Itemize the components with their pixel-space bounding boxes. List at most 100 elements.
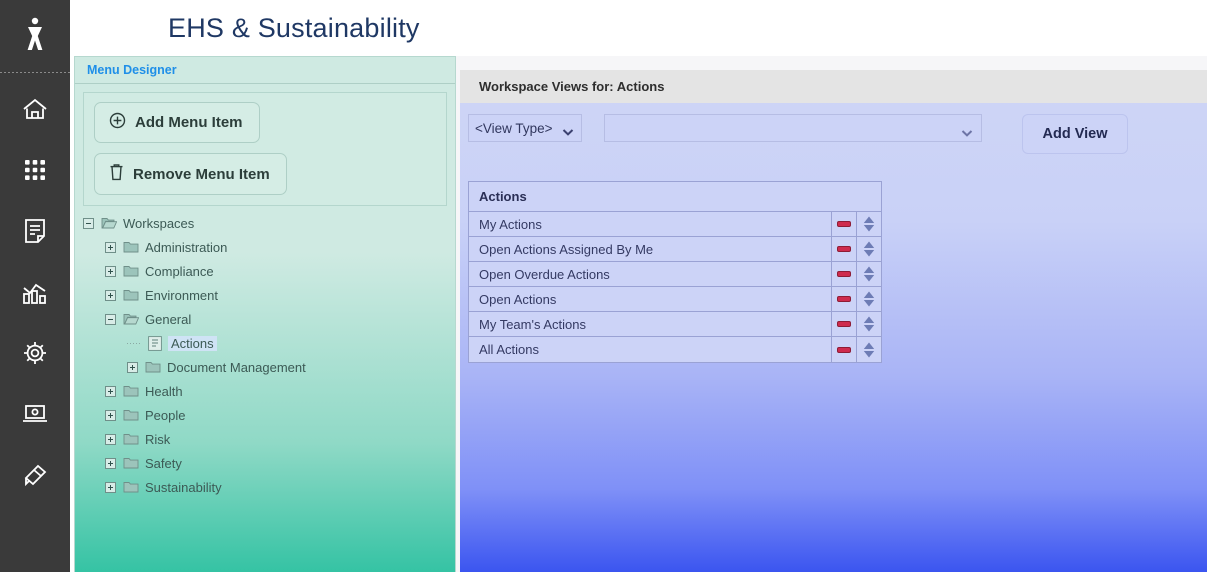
add-menu-item-button[interactable]: Add Menu Item <box>94 102 260 143</box>
tree-connector <box>127 343 140 344</box>
view-name-select[interactable] <box>604 114 982 142</box>
updown-arrows-icon <box>862 290 876 308</box>
chevron-down-icon <box>961 124 973 132</box>
view-name-cell: All Actions <box>469 337 831 362</box>
reorder-view-button[interactable] <box>856 262 881 286</box>
sidebar-item-analytics[interactable] <box>0 261 70 322</box>
add-menu-item-label: Add Menu Item <box>135 114 243 131</box>
view-name-cell: Open Actions Assigned By Me <box>469 237 831 261</box>
page-title: EHS & Sustainability <box>70 0 460 56</box>
table-column-header: Actions <box>469 182 881 212</box>
sidebar-item-presentation[interactable] <box>0 383 70 444</box>
updown-arrows-icon <box>862 240 876 258</box>
expand-icon[interactable] <box>105 410 116 421</box>
book-icon <box>22 462 48 488</box>
view-name-cell: Open Actions <box>469 287 831 311</box>
updown-arrows-icon <box>862 315 876 333</box>
table-row[interactable]: My Actions <box>469 212 881 237</box>
expand-icon[interactable] <box>105 242 116 253</box>
workspace-top-strip <box>460 56 1207 70</box>
minus-icon <box>837 321 851 327</box>
reorder-view-button[interactable] <box>856 237 881 261</box>
tree-node-safety[interactable]: Safety <box>83 451 447 475</box>
table-row[interactable]: Open Actions Assigned By Me <box>469 237 881 262</box>
tree-node-label: Document Management <box>167 360 306 375</box>
expand-icon[interactable] <box>127 362 138 373</box>
tree-node-administration[interactable]: Administration <box>83 235 447 259</box>
remove-view-button[interactable] <box>831 212 856 236</box>
tree-node-workspaces[interactable]: Workspaces <box>83 211 447 235</box>
view-name-cell: My Team's Actions <box>469 312 831 336</box>
document-icon <box>23 218 47 244</box>
folder-icon <box>123 408 139 422</box>
expand-icon[interactable] <box>105 458 116 469</box>
table-row[interactable]: Open Overdue Actions <box>469 262 881 287</box>
tree-node-sustainability[interactable]: Sustainability <box>83 475 447 499</box>
folder-icon <box>123 240 139 254</box>
reorder-view-button[interactable] <box>856 212 881 236</box>
remove-view-button[interactable] <box>831 312 856 336</box>
remove-menu-item-button[interactable]: Remove Menu Item <box>94 153 287 195</box>
table-row[interactable]: My Team's Actions <box>469 312 881 337</box>
expand-icon[interactable] <box>105 386 116 397</box>
app-root: EHS & Sustainability Menu Designer Add M… <box>0 0 1207 572</box>
chevron-down-icon <box>562 124 574 132</box>
view-name-cell: Open Overdue Actions <box>469 262 831 286</box>
expand-icon[interactable] <box>105 434 116 445</box>
expand-icon[interactable] <box>105 290 116 301</box>
sidebar-item-home[interactable] <box>0 78 70 139</box>
remove-view-button[interactable] <box>831 237 856 261</box>
tree-node-health[interactable]: Health <box>83 379 447 403</box>
app-logo[interactable] <box>0 0 70 72</box>
folder-icon <box>145 360 161 374</box>
expand-icon[interactable] <box>105 482 116 493</box>
tree-node-general[interactable]: General <box>83 307 447 331</box>
folder-icon <box>123 384 139 398</box>
remove-view-button[interactable] <box>831 337 856 362</box>
tree-node-label: Environment <box>145 288 218 303</box>
table-row[interactable]: Open Actions <box>469 287 881 312</box>
table-column-header-label: Actions <box>479 189 527 204</box>
reorder-view-button[interactable] <box>856 337 881 362</box>
table-row[interactable]: All Actions <box>469 337 881 362</box>
chart-icon <box>22 279 48 305</box>
view-type-value: <View Type> <box>475 121 553 136</box>
collapse-icon[interactable] <box>105 314 116 325</box>
minus-icon <box>837 271 851 277</box>
tree-node-compliance[interactable]: Compliance <box>83 259 447 283</box>
page-icon <box>148 336 162 351</box>
updown-arrows-icon <box>862 341 876 359</box>
remove-view-button[interactable] <box>831 262 856 286</box>
updown-arrows-icon <box>862 265 876 283</box>
menu-designer-header: Menu Designer <box>75 57 455 84</box>
sidebar-item-library[interactable] <box>0 444 70 505</box>
menu-designer-panel: Menu Designer Add Menu Item <box>74 56 456 572</box>
sidebar-item-settings[interactable] <box>0 322 70 383</box>
title-bar-right-fill <box>460 0 1207 56</box>
folder-icon <box>123 432 139 446</box>
collapse-icon[interactable] <box>83 218 94 229</box>
tree-node-label: People <box>145 408 185 423</box>
workspace-views-title: Workspace Views for: Actions <box>479 79 664 94</box>
reorder-view-button[interactable] <box>856 287 881 311</box>
reorder-view-button[interactable] <box>856 312 881 336</box>
tree-node-document-management[interactable]: Document Management <box>83 355 447 379</box>
expand-icon[interactable] <box>105 266 116 277</box>
view-name-cell: My Actions <box>469 212 831 236</box>
tree-node-actions[interactable]: Actions <box>83 331 447 355</box>
sidebar-item-apps[interactable] <box>0 139 70 200</box>
grid-apps-icon <box>23 158 47 182</box>
tree-node-risk[interactable]: Risk <box>83 427 447 451</box>
sidebar-item-documents[interactable] <box>0 200 70 261</box>
trash-icon <box>109 163 124 185</box>
tree-node-environment[interactable]: Environment <box>83 283 447 307</box>
workspace-controls: <View Type> Add View <box>468 114 1128 154</box>
add-view-button[interactable]: Add View <box>1022 114 1128 154</box>
tree-node-people[interactable]: People <box>83 403 447 427</box>
tree-node-label: Health <box>145 384 183 399</box>
folder-icon <box>123 264 139 278</box>
remove-view-button[interactable] <box>831 287 856 311</box>
tree-node-label: Risk <box>145 432 170 447</box>
view-type-select[interactable]: <View Type> <box>468 114 582 142</box>
minus-icon <box>837 221 851 227</box>
